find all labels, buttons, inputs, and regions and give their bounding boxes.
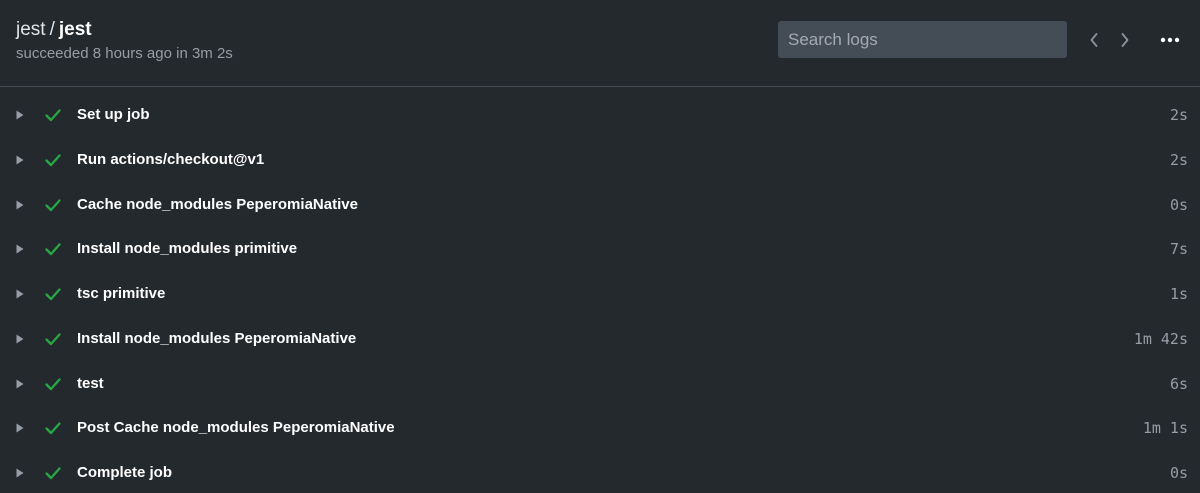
step-name: Install node_modules PeperomiaNative [77,329,357,347]
step-row[interactable]: Install node_modules primitive 7s [0,227,1200,272]
job-status: succeeded 8 hours ago in 3m 2s [16,45,233,62]
step-duration: 1m 1s [1142,419,1188,438]
step-name: Install node_modules primitive [77,240,298,258]
step-duration: 1m 42s [1133,329,1188,348]
step-row[interactable]: Install node_modules PeperomiaNative 1m … [0,317,1200,362]
triangle-right-icon[interactable] [15,243,25,255]
kebab-horizontal-icon [1160,37,1180,43]
step-name: test [77,374,104,392]
step-row[interactable]: Cache node_modules PeperomiaNative 0s [0,183,1200,228]
step-name: Cache node_modules PeperomiaNative [77,195,358,213]
job-title: jest / jest [16,18,92,42]
job-header: jest / jest succeeded 8 hours ago in 3m 2s [0,0,1200,87]
step-duration: 2s [1169,106,1188,124]
check-icon [45,109,61,122]
triangle-right-icon[interactable] [15,333,25,345]
next-match-button[interactable] [1114,28,1136,52]
triangle-right-icon[interactable] [15,154,25,166]
step-duration: 2s [1169,150,1188,169]
step-name: tsc primitive [77,285,166,302]
previous-match-button[interactable] [1083,28,1105,52]
triangle-right-icon[interactable] [15,467,25,479]
step-duration: 0s [1169,195,1188,214]
step-name: Post Cache node_modules PeperomiaNative [77,419,395,437]
job-owner: jest [16,19,46,40]
chevron-right-icon [1121,33,1129,47]
step-duration: 1s [1169,285,1188,303]
step-row[interactable]: Run actions/checkout@v1 2s [0,138,1200,183]
check-icon [45,377,61,390]
check-icon [45,422,61,435]
step-row[interactable]: Post Cache node_modules PeperomiaNative … [0,406,1200,451]
check-icon [45,154,61,166]
triangle-right-icon[interactable] [15,288,25,300]
chevron-left-icon [1090,33,1098,47]
step-row[interactable]: tsc primitive 1s [0,272,1200,317]
workflow-log-page: jest / jest succeeded 8 hours ago in 3m 2s [0,0,1200,493]
step-list: Set up job 2s Run actions/checkout@v1 2s… [0,93,1200,493]
triangle-right-icon[interactable] [15,422,25,434]
step-duration: 6s [1169,374,1188,393]
search-logs-input[interactable] [778,21,1067,58]
step-name: Set up job [77,106,150,123]
step-row[interactable]: Set up job 2s [0,93,1200,138]
step-duration: 0s [1169,464,1188,482]
step-row[interactable]: test 6s [0,362,1200,407]
check-icon [45,333,61,345]
step-row[interactable]: Complete job 0s [0,451,1200,493]
triangle-right-icon[interactable] [15,199,25,211]
more-options-button[interactable] [1158,30,1182,50]
step-name: Run actions/checkout@v1 [77,150,265,168]
job-name: jest [58,19,92,40]
check-icon [45,288,61,301]
check-icon [45,467,61,480]
check-icon [45,198,61,211]
step-duration: 7s [1169,240,1188,259]
triangle-right-icon[interactable] [15,378,25,390]
title-separator: / [49,19,55,40]
check-icon [45,243,61,256]
step-name: Complete job [77,464,173,481]
triangle-right-icon[interactable] [15,109,25,121]
